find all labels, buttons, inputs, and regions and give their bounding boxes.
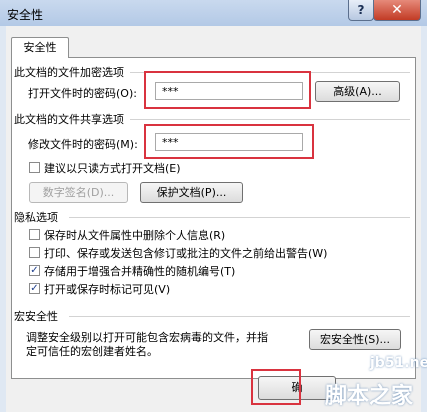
- highlight-ok-button: [251, 369, 301, 405]
- privacy-option-label: 打开或保存时标记可见(V): [44, 283, 171, 296]
- macro-description-line2: 定可信任的宏创建者姓名。: [26, 345, 158, 358]
- check-icon: ✓: [30, 283, 39, 294]
- window-title: 安全性: [7, 8, 44, 22]
- readonly-checkbox[interactable]: [29, 162, 40, 173]
- macro-heading: 宏安全性: [14, 310, 58, 323]
- divider: [69, 217, 410, 218]
- privacy-checkbox[interactable]: [29, 247, 40, 258]
- privacy-option-label: 存储用于增强合并精确性的随机编号(T): [44, 265, 236, 278]
- encrypt-heading: 此文档的文件加密选项: [14, 66, 124, 79]
- modify-password-label: 修改文件时的密码(M):: [28, 138, 138, 151]
- help-button[interactable]: ?: [348, 0, 374, 21]
- privacy-checkbox[interactable]: ✓: [29, 265, 40, 276]
- privacy-option-label: 打印、保存或发送包含修订或批注的文件之前给出警告(W): [44, 247, 328, 260]
- digital-signature-button[interactable]: 数字签名(D)...: [29, 182, 128, 203]
- open-password-label: 打开文件时的密码(O):: [28, 87, 137, 100]
- highlight-modify-password: [144, 124, 314, 159]
- watermark-url: jb51.net: [370, 355, 427, 371]
- check-icon: ✓: [30, 265, 39, 276]
- watermark-text: 脚本之家: [325, 384, 414, 409]
- close-button[interactable]: ✕: [373, 0, 421, 21]
- privacy-checkbox[interactable]: [29, 229, 40, 240]
- highlight-open-password: [144, 71, 311, 109]
- close-icon: ✕: [391, 2, 403, 18]
- help-icon: ?: [357, 3, 365, 17]
- advanced-button[interactable]: 高级(A)...: [315, 81, 400, 102]
- privacy-option-label: 保存时从文件属性中删除个人信息(R): [44, 229, 226, 242]
- privacy-checkbox[interactable]: ✓: [29, 283, 40, 294]
- share-heading: 此文档的文件共享选项: [14, 113, 124, 126]
- privacy-heading: 隐私选项: [14, 211, 58, 224]
- macro-security-button[interactable]: 宏安全性(S)...: [309, 329, 401, 350]
- divider: [69, 316, 410, 317]
- title-bar: 安全性 ? ✕: [0, 0, 427, 26]
- tab-security[interactable]: 安全性: [11, 37, 69, 58]
- protect-document-button[interactable]: 保护文档(P)...: [140, 182, 243, 203]
- divider: [130, 119, 410, 120]
- readonly-label: 建议以只读方式打开文档(E): [44, 162, 181, 175]
